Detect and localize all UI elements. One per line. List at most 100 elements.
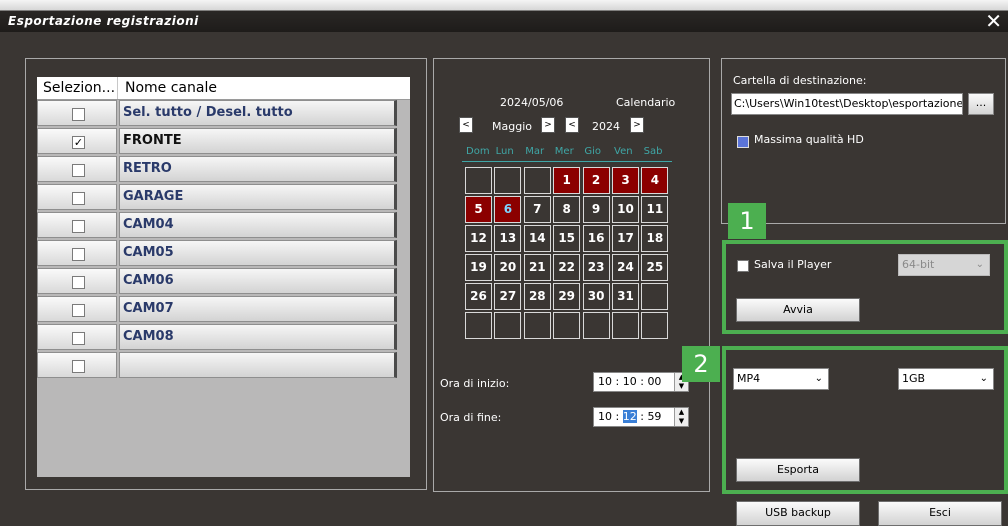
- channel-name[interactable]: GARAGE: [119, 184, 397, 210]
- channel-name[interactable]: CAM04: [119, 212, 397, 238]
- calendar-day[interactable]: 6: [494, 196, 522, 223]
- destination-path-input[interactable]: C:\Users\Win10test\Desktop\esportazione …: [731, 93, 963, 115]
- calendar-day[interactable]: 9: [582, 196, 610, 223]
- calendar-day[interactable]: 21: [523, 254, 551, 281]
- format-select[interactable]: MP4 ⌄: [733, 368, 829, 390]
- title-bar: Esportazione registrazioni ✕: [0, 0, 1008, 32]
- start-player-button[interactable]: Avvia: [736, 298, 860, 322]
- calendar-day[interactable]: 13: [494, 225, 522, 252]
- close-icon[interactable]: ✕: [985, 10, 1002, 32]
- table-row[interactable]: RETRO: [37, 156, 410, 184]
- row-select-cell[interactable]: [37, 352, 117, 378]
- channel-checkbox[interactable]: [72, 108, 85, 121]
- channel-checkbox[interactable]: [72, 192, 85, 205]
- usb-backup-button[interactable]: USB backup: [736, 501, 860, 526]
- row-select-cell[interactable]: [37, 296, 117, 322]
- table-row[interactable]: CAM04: [37, 212, 410, 240]
- calendar-day[interactable]: 11: [641, 196, 669, 223]
- table-row[interactable]: ✓ FRONTE: [37, 128, 410, 156]
- calendar-day[interactable]: 27: [494, 283, 522, 310]
- calendar-day[interactable]: 15: [553, 225, 581, 252]
- header-select[interactable]: Selezion...: [43, 80, 115, 96]
- channel-checkbox[interactable]: [72, 360, 85, 373]
- calendar-day[interactable]: 8: [553, 196, 581, 223]
- row-select-cell[interactable]: [37, 240, 117, 266]
- calendar-day[interactable]: 2: [582, 167, 610, 194]
- channel-name[interactable]: FRONTE: [119, 128, 397, 154]
- next-year-button[interactable]: >: [630, 117, 644, 133]
- table-row[interactable]: CAM08: [37, 324, 410, 352]
- file-size-select[interactable]: 1GB ⌄: [898, 368, 994, 390]
- table-row[interactable]: Sel. tutto / Desel. tutto: [37, 100, 410, 128]
- prev-month-button[interactable]: <: [459, 117, 473, 133]
- browse-button[interactable]: ...: [968, 93, 994, 115]
- table-row[interactable]: [37, 352, 410, 380]
- table-row[interactable]: GARAGE: [37, 184, 410, 212]
- calendar-day[interactable]: 18: [641, 225, 669, 252]
- calendar-day[interactable]: 1: [553, 167, 581, 194]
- calendar-day[interactable]: 29: [553, 283, 581, 310]
- channel-checkbox[interactable]: ✓: [72, 136, 85, 149]
- header-channel-name[interactable]: Nome canale: [125, 80, 217, 96]
- channel-name[interactable]: [119, 352, 397, 378]
- calendar-day[interactable]: 20: [494, 254, 522, 281]
- calendar-day[interactable]: 4: [641, 167, 669, 194]
- end-minute[interactable]: 12: [622, 410, 637, 423]
- calendar-day[interactable]: 22: [553, 254, 581, 281]
- row-select-cell[interactable]: [37, 268, 117, 294]
- row-select-cell[interactable]: [37, 324, 117, 350]
- calendar-day[interactable]: 5: [465, 196, 492, 223]
- calendar-day[interactable]: 7: [523, 196, 551, 223]
- row-select-cell[interactable]: [37, 184, 117, 210]
- calendar-day[interactable]: 28: [523, 283, 551, 310]
- channel-checkbox[interactable]: [72, 332, 85, 345]
- calendar-day[interactable]: 25: [641, 254, 669, 281]
- calendar-day[interactable]: 10: [612, 196, 639, 223]
- end-time-input[interactable]: 10 : 12 : 59 ▲ ▼: [593, 407, 689, 427]
- channel-checkbox[interactable]: [72, 248, 85, 261]
- row-select-cell[interactable]: [37, 156, 117, 182]
- channel-name[interactable]: Sel. tutto / Desel. tutto: [119, 100, 397, 126]
- end-second[interactable]: 59: [647, 410, 661, 423]
- channel-name[interactable]: CAM07: [119, 296, 397, 322]
- channel-checkbox[interactable]: [72, 304, 85, 317]
- start-time-input[interactable]: 10 : 10 : 00 ▲▼: [593, 372, 689, 392]
- calendar-day[interactable]: 17: [612, 225, 639, 252]
- channel-name[interactable]: CAM06: [119, 268, 397, 294]
- table-row[interactable]: CAM05: [37, 240, 410, 268]
- channel-checkbox[interactable]: [72, 220, 85, 233]
- calendar-day[interactable]: 3: [612, 167, 639, 194]
- channel-checkbox[interactable]: [72, 164, 85, 177]
- next-month-button[interactable]: >: [541, 117, 555, 133]
- row-select-cell[interactable]: ✓: [37, 128, 117, 154]
- calendar-day[interactable]: 12: [465, 225, 492, 252]
- calendar-day[interactable]: 24: [612, 254, 639, 281]
- row-select-cell[interactable]: [37, 212, 117, 238]
- calendar-day[interactable]: 19: [465, 254, 492, 281]
- end-hour[interactable]: 10: [598, 410, 612, 423]
- start-minute[interactable]: 10: [623, 375, 637, 388]
- hd-quality-checkbox[interactable]: [737, 136, 749, 148]
- calendar-day[interactable]: 14: [523, 225, 551, 252]
- start-second[interactable]: 00: [647, 375, 661, 388]
- row-select-cell[interactable]: [37, 100, 117, 126]
- table-row[interactable]: CAM07: [37, 296, 410, 324]
- start-hour[interactable]: 10: [598, 375, 612, 388]
- arch-select: 64-bit ⌄: [898, 254, 990, 276]
- channel-name[interactable]: RETRO: [119, 156, 397, 182]
- channel-checkbox[interactable]: [72, 276, 85, 289]
- prev-year-button[interactable]: <: [565, 117, 579, 133]
- export-button[interactable]: Esporta: [736, 458, 860, 482]
- calendar-day[interactable]: 16: [582, 225, 610, 252]
- calendar-day[interactable]: 31: [612, 283, 639, 310]
- spin-arrows-icon[interactable]: ▲▼: [674, 408, 688, 426]
- calendar-day[interactable]: 23: [582, 254, 610, 281]
- calendar-day[interactable]: 26: [465, 283, 492, 310]
- channel-name[interactable]: CAM08: [119, 324, 397, 350]
- exit-button[interactable]: Esci: [878, 501, 1002, 526]
- save-player-checkbox[interactable]: [737, 260, 749, 272]
- table-row[interactable]: CAM06: [37, 268, 410, 296]
- callout-badge-1: 1: [728, 203, 766, 239]
- channel-name[interactable]: CAM05: [119, 240, 397, 266]
- calendar-day[interactable]: 30: [582, 283, 610, 310]
